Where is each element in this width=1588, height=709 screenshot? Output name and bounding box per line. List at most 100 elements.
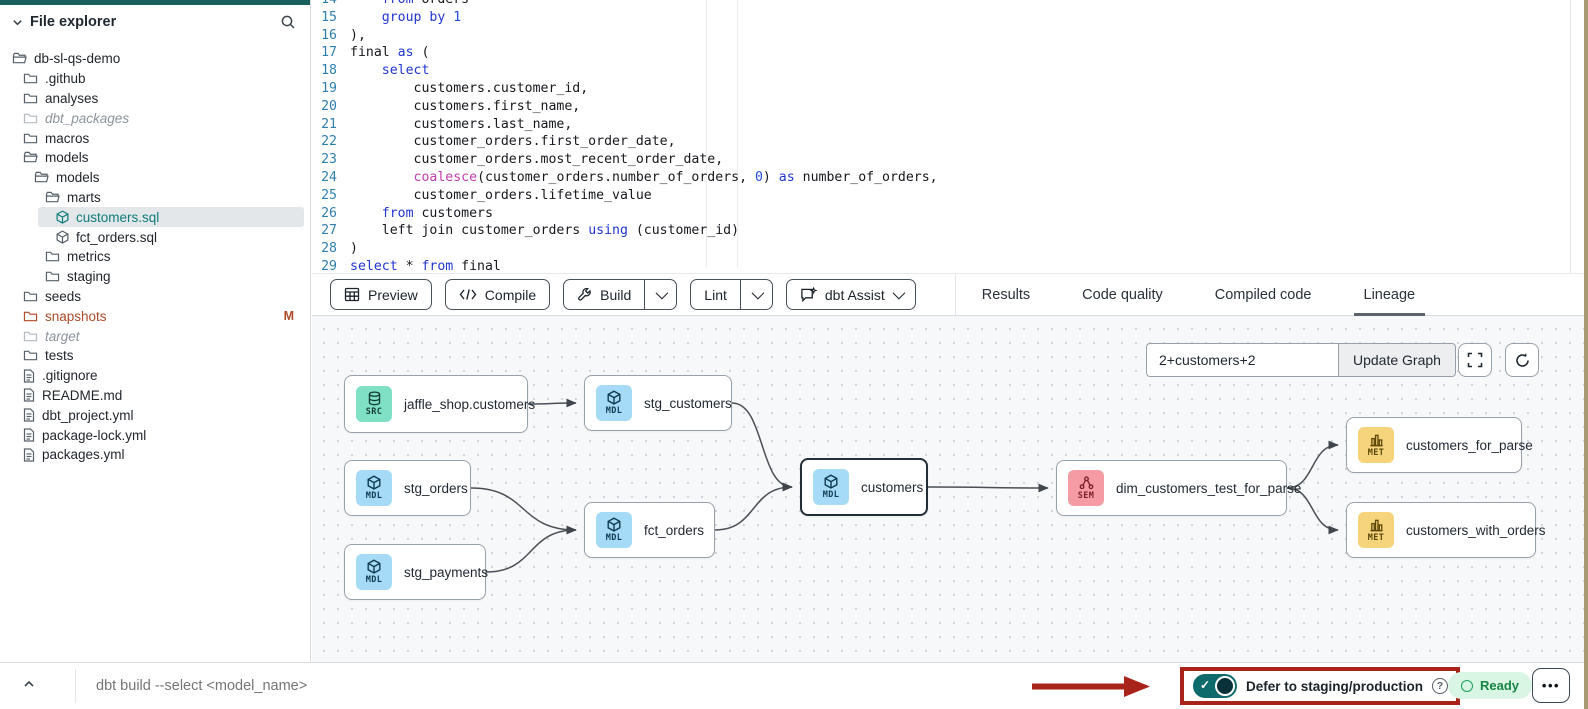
command-input[interactable] <box>96 674 656 698</box>
line-number: 21 <box>312 116 350 134</box>
tree-item-marts[interactable]: marts <box>0 188 310 208</box>
tree-item-dbt-packages[interactable]: dbt_packages <box>0 108 310 128</box>
toolbar-buttons: Preview Compile Build Lint dbt Assist <box>330 279 929 310</box>
met-icon <box>1369 518 1384 532</box>
line-number: 16 <box>312 27 350 45</box>
tree-item-readme-md[interactable]: README.md <box>0 386 310 406</box>
lineage-node-stg-payments[interactable]: MDLstg_payments <box>344 544 486 600</box>
dropdown-toggle[interactable] <box>740 280 772 309</box>
lineage-node-stg-orders[interactable]: MDLstg_orders <box>344 460 471 516</box>
tree-item--github[interactable]: .github <box>0 69 310 89</box>
status-badge: Ready <box>1448 672 1532 699</box>
folder-icon <box>23 290 38 303</box>
line-number: 24 <box>312 169 350 187</box>
node-label: fct_orders <box>644 523 704 538</box>
mdl-badge: MDL <box>596 385 632 421</box>
folder-icon <box>45 270 60 283</box>
chevron-down-icon[interactable] <box>12 17 23 28</box>
badge-type-label: MDL <box>606 406 623 416</box>
tree-item-packages-yml[interactable]: packages.yml <box>0 445 310 465</box>
folder-icon <box>23 112 38 125</box>
cube-icon <box>824 474 838 489</box>
cube-icon <box>367 559 381 574</box>
tree-item--gitignore[interactable]: .gitignore <box>0 366 310 386</box>
tab-lineage[interactable]: Lineage <box>1360 274 1420 315</box>
node-label: jaffle_shop.customers <box>404 397 535 412</box>
lineage-node-jaffle-shop-customers[interactable]: SRCjaffle_shop.customers <box>344 375 528 433</box>
line-number: 20 <box>312 98 350 116</box>
check-icon: ✓ <box>1200 678 1210 692</box>
tree-item-package-lock-yml[interactable]: package-lock.yml <box>0 425 310 445</box>
folder-icon <box>23 92 38 105</box>
tree-item-staging[interactable]: staging <box>0 267 310 287</box>
node-label: stg_payments <box>404 565 488 580</box>
badge-type-label: MET <box>1368 533 1385 543</box>
button-label: dbt Assist <box>825 287 885 303</box>
tree-item-label: marts <box>67 190 101 205</box>
update-graph-button[interactable]: Update Graph <box>1338 343 1456 377</box>
button-main[interactable]: Preview <box>331 280 431 309</box>
node-label: dim_customers_test_for_parse <box>1116 481 1301 496</box>
code-editor[interactable]: 14 from orders15 group by 116),17final a… <box>312 0 1588 273</box>
db-icon <box>367 391 382 406</box>
help-icon[interactable]: ? <box>1432 678 1448 694</box>
lineage-filter-input[interactable] <box>1146 343 1338 377</box>
lineage-edge <box>732 403 792 487</box>
search-icon[interactable] <box>280 14 296 30</box>
tree-item-fct-orders-sql[interactable]: fct_orders.sql <box>0 227 310 247</box>
file-icon <box>23 369 35 383</box>
tree-item-label: analyses <box>45 91 98 106</box>
button-main[interactable]: Compile <box>446 280 549 309</box>
tab-compiled-code[interactable]: Compiled code <box>1211 274 1316 315</box>
button-main[interactable]: Build <box>564 280 644 309</box>
lineage-node-customers-for-parse[interactable]: METcustomers_for_parse <box>1346 417 1522 473</box>
tree-item-seeds[interactable]: seeds <box>0 287 310 307</box>
button-main[interactable]: dbt Assist <box>787 280 915 309</box>
divider <box>75 669 76 703</box>
tree-item-metrics[interactable]: metrics <box>0 247 310 267</box>
defer-toggle[interactable]: ✓ <box>1193 674 1237 698</box>
line-number: 17 <box>312 44 350 62</box>
lineage-node-stg-customers[interactable]: MDLstg_customers <box>584 375 732 431</box>
tree-item-label: models <box>56 170 100 185</box>
refresh-button[interactable] <box>1505 343 1539 377</box>
line-number: 15 <box>312 9 350 27</box>
badge-type-label: MDL <box>823 490 840 500</box>
tree-item-target[interactable]: target <box>0 326 310 346</box>
chevron-up-icon[interactable] <box>22 677 36 691</box>
more-options-button[interactable]: ••• <box>1532 668 1570 703</box>
tree-item-customers-sql[interactable]: customers.sql <box>0 207 310 227</box>
line-number: 19 <box>312 80 350 98</box>
fullscreen-button[interactable] <box>1458 343 1492 377</box>
tree-item-db-sl-qs-demo[interactable]: db-sl-qs-demo <box>0 49 310 69</box>
node-label: customers_for_parse <box>1406 438 1533 453</box>
tree-item-label: target <box>45 329 80 344</box>
lineage-node-customers[interactable]: MDLcustomers <box>800 458 928 516</box>
folder-icon <box>23 132 38 145</box>
lineage-canvas[interactable]: SRCjaffle_shop.customers MDLstg_customers… <box>312 316 1584 662</box>
lint-button: Lint <box>690 279 773 310</box>
dropdown-toggle[interactable] <box>644 280 676 309</box>
tree-item-label: metrics <box>67 249 111 264</box>
file-icon <box>23 388 35 402</box>
tab-code-quality[interactable]: Code quality <box>1078 274 1167 315</box>
tree-item-label: fct_orders.sql <box>76 230 157 245</box>
editor-scrollbar-track[interactable] <box>1570 0 1571 273</box>
folder-open-icon <box>23 151 38 164</box>
tree-item-analyses[interactable]: analyses <box>0 89 310 109</box>
screen-edge-strip <box>1584 0 1588 709</box>
tree-item-snapshots[interactable]: snapshotsM <box>0 306 310 326</box>
tree-item-models[interactable]: models <box>0 168 310 188</box>
code-line: 29select * from final <box>312 258 1588 273</box>
tree-item-macros[interactable]: macros <box>0 128 310 148</box>
lineage-node-dim-customers-test-for-parse[interactable]: SEMdim_customers_test_for_parse <box>1056 460 1287 516</box>
tree-item-models[interactable]: models <box>0 148 310 168</box>
status-label: Ready <box>1480 678 1519 693</box>
tab-results[interactable]: Results <box>978 274 1034 315</box>
lineage-node-customers-with-orders[interactable]: METcustomers_with_orders <box>1346 502 1536 558</box>
lineage-node-fct-orders[interactable]: MDLfct_orders <box>584 502 715 558</box>
tree-item-tests[interactable]: tests <box>0 346 310 366</box>
tree-item-dbt-project-yml[interactable]: dbt_project.yml <box>0 405 310 425</box>
button-main[interactable]: Lint <box>691 280 740 309</box>
button-label: Compile <box>485 287 536 303</box>
